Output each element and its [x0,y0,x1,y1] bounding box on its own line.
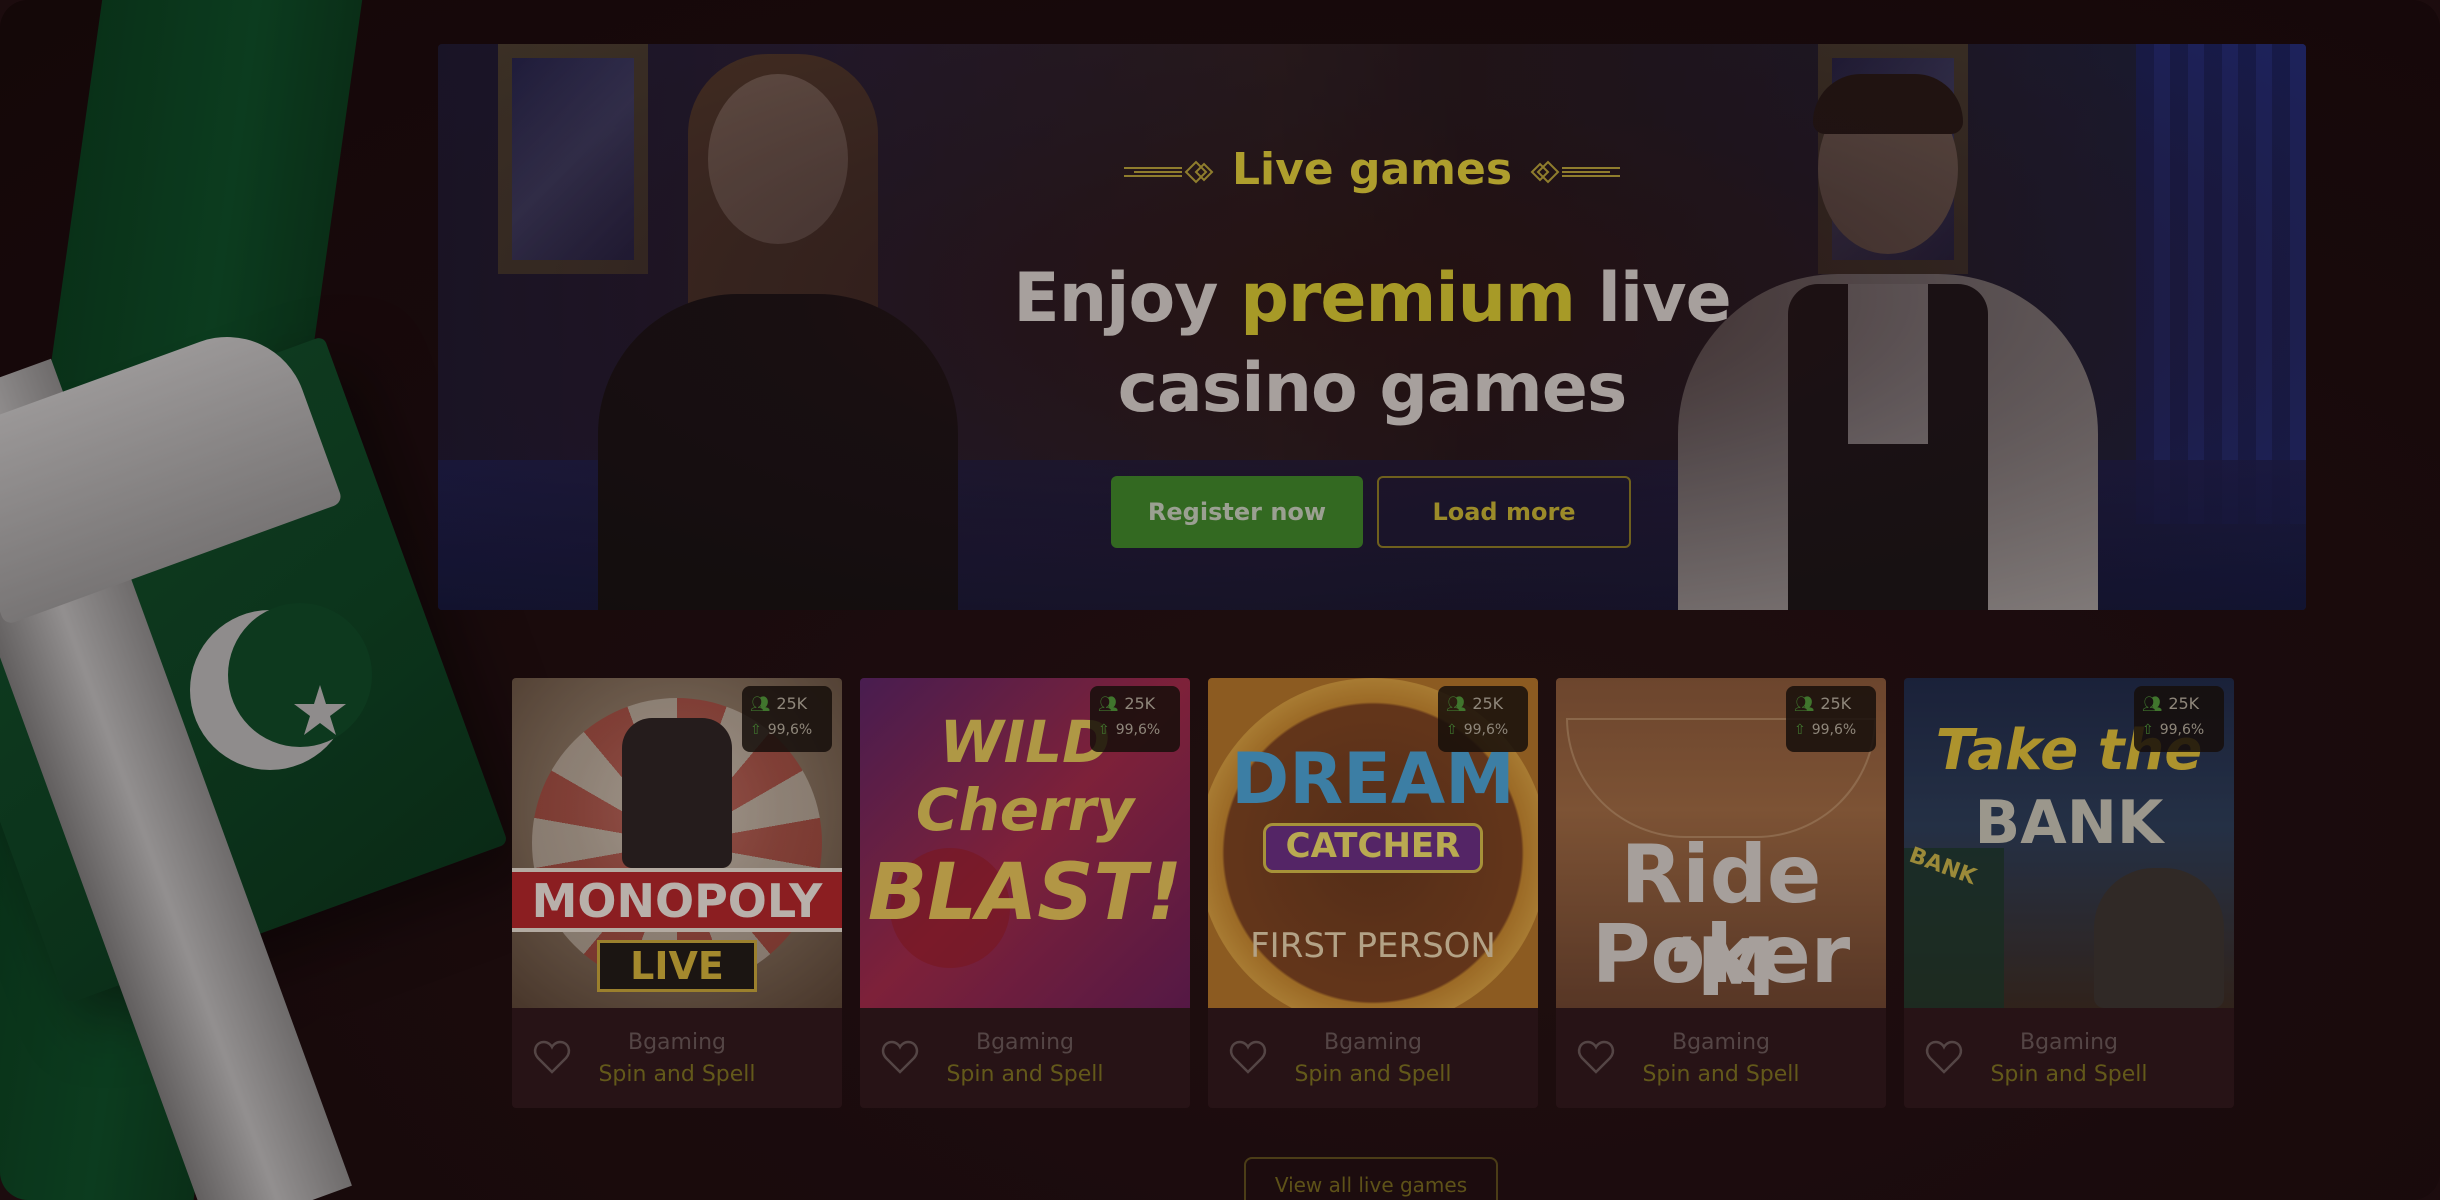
rtp-icon: ⇧ [2142,722,2154,738]
players-count: 25K [1472,694,1504,713]
game-subtitle-art: BANK [1974,788,2164,858]
game-meta: Bgaming Spin and Spell [860,1008,1190,1108]
players-count: 25K [1820,694,1852,713]
game-stats-badge: 👥︎ 25K ⇧ 99,6% [1090,686,1180,752]
hero-title-part2: live [1574,259,1732,338]
players-icon: 👥︎ [1446,694,1467,713]
players-count: 25K [1124,694,1156,713]
game-name[interactable]: Spin and Spell [512,1062,842,1087]
game-card[interactable]: MONOPOLY LIVE 👥︎ 25K ⇧ 99,6% Bgaming Spin … [512,678,842,1108]
provider-name: Bgaming [1324,1030,1422,1055]
game-meta: Bgaming Spin and Spell [1904,1008,2234,1108]
game-meta: Bgaming Spin and Spell [1208,1008,1538,1108]
provider-name: Bgaming [976,1030,1074,1055]
rtp-icon: ⇧ [1446,722,1458,738]
game-subtitle-art: CATCHER [1285,826,1461,866]
live-games-grid: MONOPOLY LIVE 👥︎ 25K ⇧ 99,6% Bgaming Spin … [512,678,2234,1108]
rtp-value: 99,6% [2159,722,2205,738]
game-name[interactable]: Spin and Spell [860,1062,1190,1087]
hero-title-line2: casino games [1117,349,1628,428]
game-subtitle2-art: FIRST PERSON [1250,926,1496,966]
players-icon: 👥︎ [1098,694,1119,713]
rtp-value: 99,6% [1115,722,1161,738]
game-name[interactable]: Spin and Spell [1556,1062,1886,1087]
rtp-value: 99,6% [767,722,813,738]
players-count: 25K [776,694,808,713]
game-card[interactable]: Take the BANK BANK 👥︎ 25K ⇧ 99,6% Bgaming … [1904,678,2234,1108]
game-stats-badge: 👥︎ 25K ⇧ 99,6% [1786,686,1876,752]
diamond-divider-left-icon [1123,160,1214,184]
hero-title: Enjoy premium live casino games [438,254,2306,434]
rtp-icon: ⇧ [1794,722,1806,738]
crescent-star-icon [190,603,372,770]
provider-name: Bgaming [2020,1030,2118,1055]
rtp-value: 99,6% [1463,722,1509,738]
game-meta: Bgaming Spin and Spell [512,1008,842,1108]
players-icon: 👥︎ [1794,694,1815,713]
provider-name: Bgaming [1672,1030,1770,1055]
provider-name: Bgaming [628,1030,726,1055]
load-more-button[interactable]: Load more [1377,476,1631,548]
hero-kicker-label: Live games [1231,144,1513,195]
game-subtitle-art: BLAST! [867,848,1183,938]
game-subtitle-art: LIVE [630,944,724,988]
diamond-divider-right-icon [1530,160,1621,184]
page-frame: Live games Enjoy premium live casino gam… [0,0,2440,1200]
view-all-live-games-button[interactable]: View all live games [1244,1157,1498,1200]
game-card[interactable]: Ride ‘M Poker 👥︎ 25K ⇧ 99,6% Bgaming Spin … [1556,678,1886,1108]
game-stats-badge: 👥︎ 25K ⇧ 99,6% [2134,686,2224,752]
players-icon: 👥︎ [750,694,771,713]
game-card[interactable]: DREAM CATCHER FIRST PERSON 👥︎ 25K ⇧ 99,6% … [1208,678,1538,1108]
game-name[interactable]: Spin and Spell [1904,1062,2234,1087]
game-meta: Bgaming Spin and Spell [1556,1008,1886,1108]
game-title-art: MONOPOLY [531,874,823,928]
rtp-icon: ⇧ [750,722,762,738]
live-games-hero: Live games Enjoy premium live casino gam… [438,44,2306,610]
players-icon: 👥︎ [2142,694,2163,713]
register-now-button[interactable]: Register now [1111,476,1363,548]
rtp-icon: ⇧ [1098,722,1110,738]
rtp-value: 99,6% [1811,722,1857,738]
game-subtitle-art: Poker [1591,908,1851,1001]
hero-title-highlight: premium [1240,259,1576,338]
game-stats-badge: 👥︎ 25K ⇧ 99,6% [742,686,832,752]
hero-kicker: Live games [438,144,2306,195]
game-name[interactable]: Spin and Spell [1208,1062,1538,1087]
players-count: 25K [2168,694,2200,713]
hero-title-part1: Enjoy [1013,259,1241,338]
game-card[interactable]: WILD Cherry BLAST! 👥︎ 25K ⇧ 99,6% Bgaming … [860,678,1190,1108]
game-stats-badge: 👥︎ 25K ⇧ 99,6% [1438,686,1528,752]
